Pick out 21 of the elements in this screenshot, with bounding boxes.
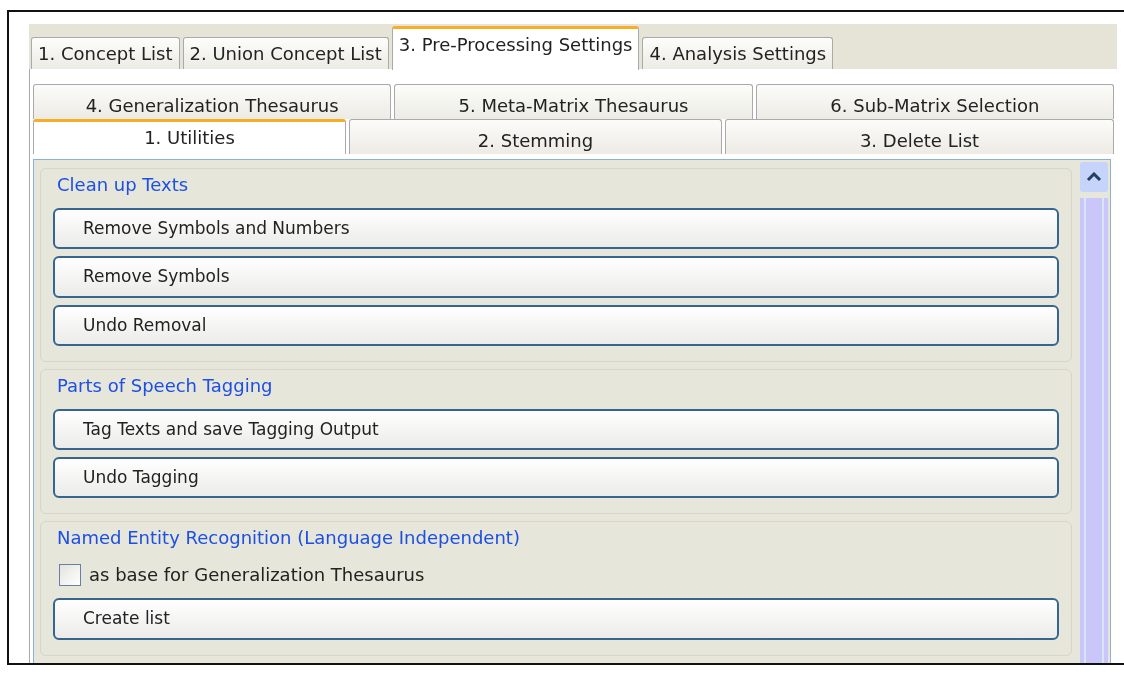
subtab[interactable]: 2. Stemming [349,119,722,154]
action-button[interactable]: Create list [53,598,1059,640]
scroll-up-button[interactable] [1080,162,1108,192]
tab[interactable]: 3. Pre-Processing Settings [391,26,640,70]
action-button[interactable]: Tag Texts and save Tagging Output [53,408,1059,450]
tab[interactable]: 4. Analysis Settings [642,37,834,69]
action-button[interactable]: Undo Removal [53,304,1059,346]
subtab[interactable]: 3. Delete List [725,119,1114,154]
action-button[interactable]: Undo Tagging [53,457,1059,499]
tab[interactable]: 1. Concept List [31,37,180,69]
action-button[interactable]: Remove Symbols [53,256,1059,298]
subtab[interactable]: 1. Utilities [33,119,346,154]
checkbox[interactable] [59,563,81,586]
subtab[interactable]: 4. Generalization Thesaurus [33,84,392,119]
action-button[interactable]: Remove Symbols and Numbers [53,208,1059,250]
chevron-up-icon [1086,172,1102,182]
tab[interactable]: 2. Union Concept List [182,37,389,69]
scrollbar-thumb[interactable] [1080,198,1108,663]
subtab[interactable]: 6. Sub-Matrix Selection [755,84,1114,119]
subtab[interactable]: 5. Meta-Matrix Thesaurus [394,84,753,119]
checkbox-label: as base for Generalization Thesaurus [89,563,425,588]
